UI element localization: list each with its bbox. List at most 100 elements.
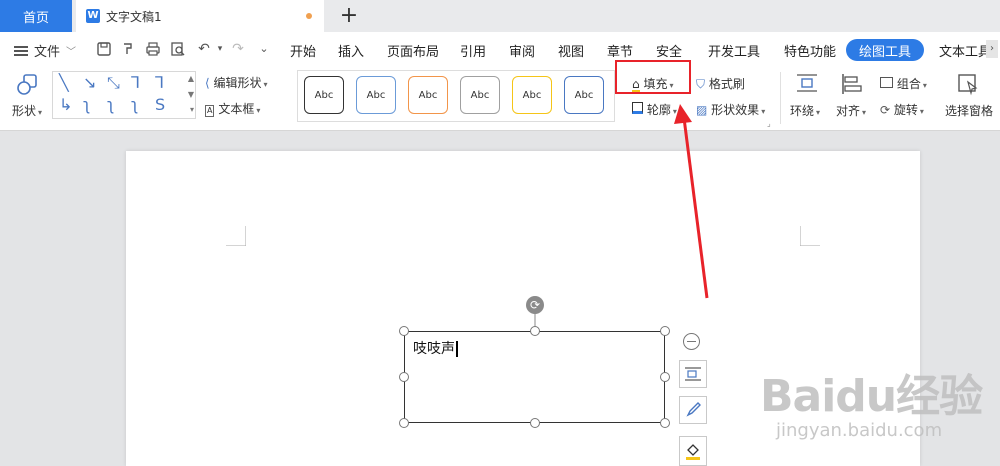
customize-toolbar-icon[interactable]: ⌄ <box>256 41 272 57</box>
resize-handle[interactable] <box>399 326 409 336</box>
resize-handle[interactable] <box>399 372 409 382</box>
baidu-watermark: Baidu经验 <box>760 371 983 422</box>
format-painter-icon: ⛉ <box>696 77 706 91</box>
text-box-content[interactable]: 吱吱声 <box>413 338 458 358</box>
collapse-icon[interactable] <box>683 333 700 350</box>
double-arrow-icon[interactable]: ⤡ <box>107 73 120 93</box>
elbow-connector-icon[interactable]: ⅂ <box>131 73 140 92</box>
menu-view[interactable]: 视图 <box>558 41 584 60</box>
menu-special-features[interactable]: 特色功能 <box>784 41 836 60</box>
edit-shape-button[interactable]: ⟨ 编辑形状 ▾ <box>205 74 268 91</box>
menu-review[interactable]: 审阅 <box>509 41 535 60</box>
group-icon <box>880 77 893 88</box>
curved-connector-icon[interactable]: ʅ <box>83 95 90 114</box>
rotate-handle-icon[interactable]: ⟳ <box>526 296 544 314</box>
redo-icon[interactable]: ↷ <box>230 41 246 57</box>
layout-options-button[interactable] <box>679 360 707 388</box>
undo-dropdown-icon[interactable]: ▾ <box>212 41 228 57</box>
align-button[interactable]: 对齐 ▾ <box>836 102 866 119</box>
undo-icon[interactable]: ↶ <box>196 41 212 57</box>
elbow-arrow-icon[interactable]: ⅂ <box>155 73 164 92</box>
layout-options-icon <box>685 367 701 381</box>
arrow-line-icon[interactable]: ↘ <box>83 73 96 92</box>
menu-start[interactable]: 开始 <box>290 41 316 60</box>
shape-style-5[interactable]: Abc <box>512 76 552 114</box>
resize-handle[interactable] <box>660 418 670 428</box>
selected-text-box[interactable]: 吱吱声 <box>404 331 665 423</box>
file-menu[interactable]: 文件 ﹀ <box>14 41 76 60</box>
new-tab-button[interactable]: + <box>338 3 360 29</box>
menu-drawing-tools[interactable]: 绘图工具 <box>846 39 924 61</box>
outline-icon <box>632 102 643 114</box>
shape-effects-button[interactable]: ▨ 形状效果 ▾ <box>696 101 765 118</box>
line-shapes-gallery[interactable]: ╲ ↘ ⤡ ⅂ ⅂ ↳ ʅ ʅ ʅ S ▲ ▼ ▾ <box>52 71 196 119</box>
curved-arrow-icon[interactable]: ʅ <box>107 95 114 114</box>
shape-style-3[interactable]: Abc <box>408 76 448 114</box>
text-frame-button[interactable]: A 文本框 ▾ <box>205 100 260 117</box>
fill-bucket-icon <box>686 444 700 460</box>
tab-document-label: 文字文稿1 <box>106 9 162 24</box>
resize-handle[interactable] <box>660 326 670 336</box>
selection-pane-button[interactable]: 选择窗格 <box>945 102 993 119</box>
ribbon-drawing-tools: 形状 ▾ ╲ ↘ ⤡ ⅂ ⅂ ↳ ʅ ʅ ʅ S ▲ ▼ ▾ ⟨ 编辑形状 ▾ A … <box>0 60 1000 131</box>
gallery-expand-icon[interactable]: ▾ <box>190 105 194 114</box>
print-icon[interactable] <box>145 41 161 57</box>
outline-button[interactable]: 轮廓 ▾ <box>632 101 677 118</box>
fill-highlight-box <box>615 60 691 94</box>
shape-effects-icon: ▨ <box>696 103 708 117</box>
shape-style-1[interactable]: Abc <box>304 76 344 114</box>
shape-style-4[interactable]: Abc <box>460 76 500 114</box>
edit-shape-icon: ⟨ <box>205 76 210 90</box>
curve-icon[interactable]: S <box>155 95 165 114</box>
resize-handle[interactable] <box>530 326 540 336</box>
text-frame-icon: A <box>205 105 215 117</box>
text-caret <box>456 341 458 357</box>
gallery-scroll-down-icon[interactable]: ▼ <box>188 90 194 99</box>
ribbon-separator <box>780 72 781 124</box>
quick-fill-button[interactable] <box>679 436 707 466</box>
menu-chapter[interactable]: 章节 <box>607 41 633 60</box>
shape-style-2[interactable]: Abc <box>356 76 396 114</box>
tab-home[interactable]: 首页 <box>0 0 72 32</box>
brush-icon <box>686 402 701 417</box>
hamburger-icon <box>14 45 28 56</box>
style-dialog-launcher-icon[interactable]: ⌟ <box>767 119 771 128</box>
tab-document[interactable]: W 文字文稿1 <box>76 0 324 32</box>
wrap-button[interactable]: 环绕 ▾ <box>790 102 820 119</box>
menu-developer[interactable]: 开发工具 <box>708 41 760 60</box>
line-icon[interactable]: ╲ <box>59 73 69 92</box>
format-painter-quick-icon[interactable] <box>120 41 136 57</box>
file-menu-label: 文件 <box>34 45 61 60</box>
resize-handle[interactable] <box>399 418 409 428</box>
margin-corner-mark <box>800 226 820 246</box>
margin-corner-mark <box>226 226 246 246</box>
shape-style-6[interactable]: Abc <box>564 76 604 114</box>
menu-text-tools[interactable]: 文本工具 <box>939 41 991 60</box>
text-wrap-icon[interactable] <box>795 72 819 96</box>
menu-page-layout[interactable]: 页面布局 <box>387 41 439 60</box>
menu-security[interactable]: 安全 <box>656 41 682 60</box>
resize-handle[interactable] <box>530 418 540 428</box>
elbow-double-arrow-icon[interactable]: ↳ <box>59 95 72 114</box>
format-painter-button[interactable]: ⛉ 格式刷 <box>696 75 745 92</box>
shape-style-quick-button[interactable] <box>679 396 707 424</box>
menu-bar: 文件 ﹀ ↶ ▾ ↷ ⌄ 开始 插入 页面布局 引用 审阅 视图 章节 安全 开… <box>0 32 1000 67</box>
writer-doc-icon: W <box>86 9 100 23</box>
align-icon[interactable] <box>840 72 864 96</box>
save-icon[interactable] <box>96 41 112 57</box>
menu-references[interactable]: 引用 <box>460 41 486 60</box>
rotate-button[interactable]: ⟳ 旋转 ▾ <box>880 101 924 118</box>
unsaved-indicator <box>306 13 312 19</box>
menu-scroll-right-icon[interactable]: › <box>986 40 998 58</box>
curved-double-arrow-icon[interactable]: ʅ <box>131 95 138 114</box>
selection-pane-icon[interactable] <box>956 72 980 96</box>
baidu-watermark-url: jingyan.baidu.com <box>776 420 943 441</box>
shapes-icon[interactable] <box>16 74 38 96</box>
menu-insert[interactable]: 插入 <box>338 41 364 60</box>
shape-button[interactable]: 形状 ▾ <box>12 102 42 119</box>
gallery-scroll-up-icon[interactable]: ▲ <box>188 74 194 83</box>
chevron-down-icon: ﹀ <box>66 47 77 58</box>
print-preview-icon[interactable] <box>170 41 186 57</box>
group-button[interactable]: 组合 ▾ <box>880 75 927 92</box>
resize-handle[interactable] <box>660 372 670 382</box>
